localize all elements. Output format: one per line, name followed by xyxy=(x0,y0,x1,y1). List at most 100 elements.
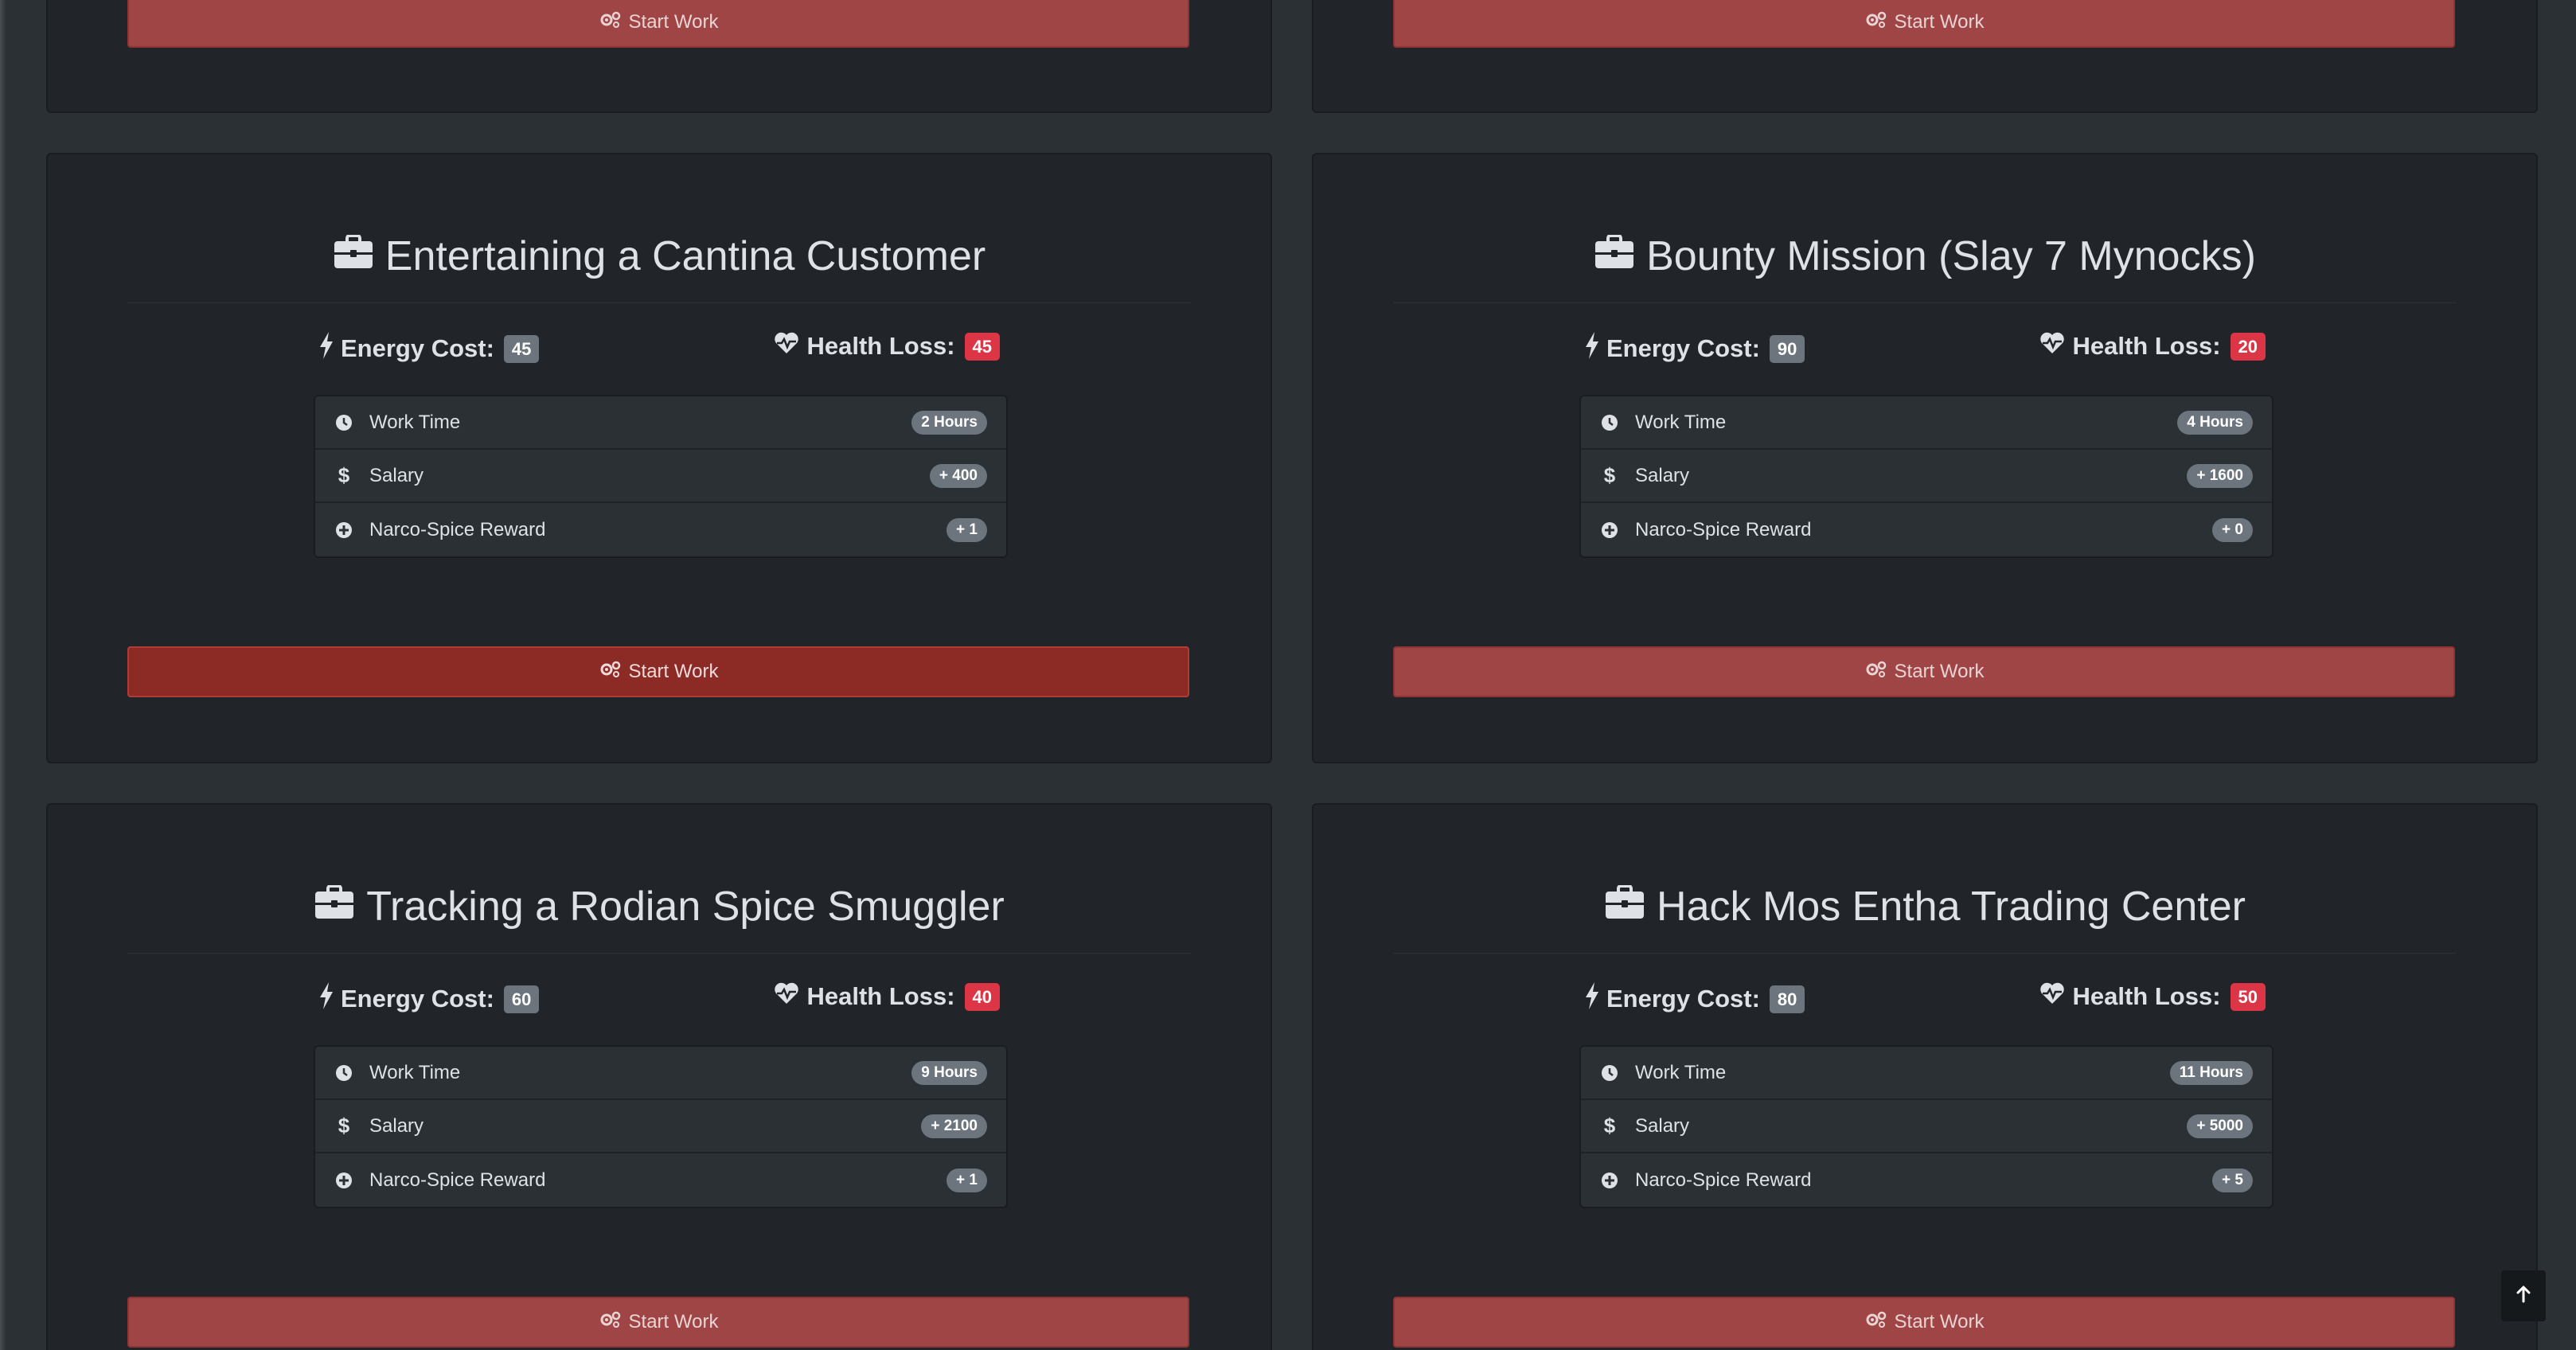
work-time-badge: 2 Hours xyxy=(911,410,987,435)
clock-icon xyxy=(1600,1063,1619,1083)
cogs-icon xyxy=(599,1310,621,1335)
plus-circle-icon xyxy=(1600,521,1619,540)
list-item-reward: Narco-Spice Reward + 0 xyxy=(1581,503,2272,556)
cogs-icon xyxy=(599,660,621,685)
reward-label: Narco-Spice Reward xyxy=(1635,518,1812,540)
job-card: Hack Mos Entha Trading Center Energy Cos… xyxy=(1312,803,2538,1350)
start-work-label: Start Work xyxy=(1894,11,1985,33)
energy-cost: Energy Cost: 45 xyxy=(318,331,540,366)
jobs-page: Start Work Start Work Entertaining a Can… xyxy=(0,0,2576,1350)
energy-cost: Energy Cost: 60 xyxy=(318,981,540,1016)
health-loss: Health Loss: 50 xyxy=(2039,981,2266,1012)
reward-label: Narco-Spice Reward xyxy=(1635,1169,1812,1191)
job-card: Bounty Mission (Slay 7 Mynocks) Energy C… xyxy=(1312,153,2538,763)
work-time-label: Work Time xyxy=(1635,1061,1727,1083)
health-loss-label: Health Loss: xyxy=(2072,332,2221,360)
job-title-text: Bounty Mission (Slay 7 Mynocks) xyxy=(1646,233,2256,279)
job-title: Tracking a Rodian Spice Smuggler xyxy=(48,883,1270,931)
list-item-reward: Narco-Spice Reward + 5 xyxy=(1581,1153,2272,1207)
start-work-button[interactable]: Start Work xyxy=(127,0,1189,48)
work-time-badge: 9 Hours xyxy=(911,1060,987,1085)
start-work-button[interactable]: Start Work xyxy=(127,646,1189,697)
heartbeat-icon xyxy=(2039,981,2066,1012)
work-time-label: Work Time xyxy=(369,1061,461,1083)
reward-badge: + 5 xyxy=(2212,1168,2253,1192)
heartbeat-icon xyxy=(773,981,800,1012)
health-loss: Health Loss: 20 xyxy=(2039,331,2266,361)
clock-icon xyxy=(1600,413,1619,432)
start-work-label: Start Work xyxy=(1894,661,1985,682)
salary-label: Salary xyxy=(369,1114,424,1137)
dollar-icon: $ xyxy=(338,463,350,487)
start-work-button[interactable]: Start Work xyxy=(1393,646,2455,697)
title-divider xyxy=(1393,953,2457,954)
start-work-label: Start Work xyxy=(1894,1311,1985,1332)
energy-cost-badge: 45 xyxy=(503,334,540,363)
start-work-label: Start Work xyxy=(628,1311,719,1332)
job-stats: Energy Cost: 90 Health Loss: 20 xyxy=(1313,331,2536,371)
energy-cost-badge: 80 xyxy=(1769,985,1805,1013)
list-item-work-time: Work Time 2 Hours xyxy=(315,396,1006,450)
energy-cost-label: Energy Cost: xyxy=(341,985,494,1012)
bolt-icon xyxy=(1584,981,1600,1016)
title-divider xyxy=(127,302,1191,303)
work-time-badge: 11 Hours xyxy=(2169,1060,2253,1085)
health-loss: Health Loss: 40 xyxy=(773,981,1000,1012)
reward-label: Narco-Spice Reward xyxy=(369,518,546,540)
briefcase-icon xyxy=(1604,883,1645,931)
health-loss-label: Health Loss: xyxy=(2072,982,2221,1010)
work-time-badge: 4 Hours xyxy=(2177,410,2253,435)
list-item-work-time: Work Time 9 Hours xyxy=(315,1047,1006,1100)
clock-icon xyxy=(334,413,353,432)
job-card-partial-right: Start Work xyxy=(1312,0,2538,113)
start-work-button[interactable]: Start Work xyxy=(127,1297,1189,1348)
scroll-to-top-button[interactable] xyxy=(2501,1270,2546,1321)
health-loss-label: Health Loss: xyxy=(806,332,955,360)
cogs-icon xyxy=(599,10,621,35)
energy-cost-badge: 90 xyxy=(1769,334,1805,363)
start-work-button[interactable]: Start Work xyxy=(1393,1297,2455,1348)
job-title-text: Hack Mos Entha Trading Center xyxy=(1657,884,2246,930)
work-time-label: Work Time xyxy=(369,411,461,433)
energy-cost-label: Energy Cost: xyxy=(1606,334,1760,362)
list-item-work-time: Work Time 4 Hours xyxy=(1581,396,2272,450)
bolt-icon xyxy=(318,981,334,1016)
salary-badge: + 2100 xyxy=(921,1114,987,1138)
energy-cost-label: Energy Cost: xyxy=(341,334,494,362)
job-title: Hack Mos Entha Trading Center xyxy=(1313,883,2536,931)
job-card-partial-left: Start Work xyxy=(46,0,1272,113)
plus-circle-icon xyxy=(334,521,353,540)
energy-cost: Energy Cost: 90 xyxy=(1584,331,1805,366)
briefcase-icon xyxy=(333,232,374,280)
list-item-reward: Narco-Spice Reward + 1 xyxy=(315,1153,1006,1207)
health-loss-badge: 20 xyxy=(2230,332,2266,361)
list-item-reward: Narco-Spice Reward + 1 xyxy=(315,503,1006,556)
clock-icon xyxy=(334,1063,353,1083)
dollar-icon: $ xyxy=(338,1114,350,1137)
plus-circle-icon xyxy=(334,1171,353,1190)
job-title-text: Entertaining a Cantina Customer xyxy=(384,233,986,279)
heartbeat-icon xyxy=(2039,331,2066,361)
briefcase-icon xyxy=(314,883,355,931)
cogs-icon xyxy=(1864,1310,1887,1335)
job-title: Entertaining a Cantina Customer xyxy=(48,232,1270,280)
salary-label: Salary xyxy=(369,464,424,486)
start-work-label: Start Work xyxy=(628,661,719,682)
health-loss-badge: 45 xyxy=(964,332,1000,361)
health-loss: Health Loss: 45 xyxy=(773,331,1000,361)
title-divider xyxy=(1393,302,2457,303)
plus-circle-icon xyxy=(1600,1171,1619,1190)
reward-badge: + 1 xyxy=(946,517,987,542)
salary-badge: + 1600 xyxy=(2187,463,2253,488)
health-loss-badge: 50 xyxy=(2230,982,2266,1011)
dollar-icon: $ xyxy=(1603,1114,1616,1137)
title-divider xyxy=(127,953,1191,954)
health-loss-badge: 40 xyxy=(964,982,1000,1011)
list-item-work-time: Work Time 11 Hours xyxy=(1581,1047,2272,1100)
list-item-salary: $ Salary + 2100 xyxy=(315,1100,1006,1153)
salary-label: Salary xyxy=(1635,464,1690,486)
start-work-button[interactable]: Start Work xyxy=(1393,0,2455,48)
job-details-list: Work Time 4 Hours $ Salary + 1600 Narco-… xyxy=(1579,395,2274,558)
salary-badge: + 5000 xyxy=(2187,1114,2253,1138)
job-card: Tracking a Rodian Spice Smuggler Energy … xyxy=(46,803,1272,1350)
